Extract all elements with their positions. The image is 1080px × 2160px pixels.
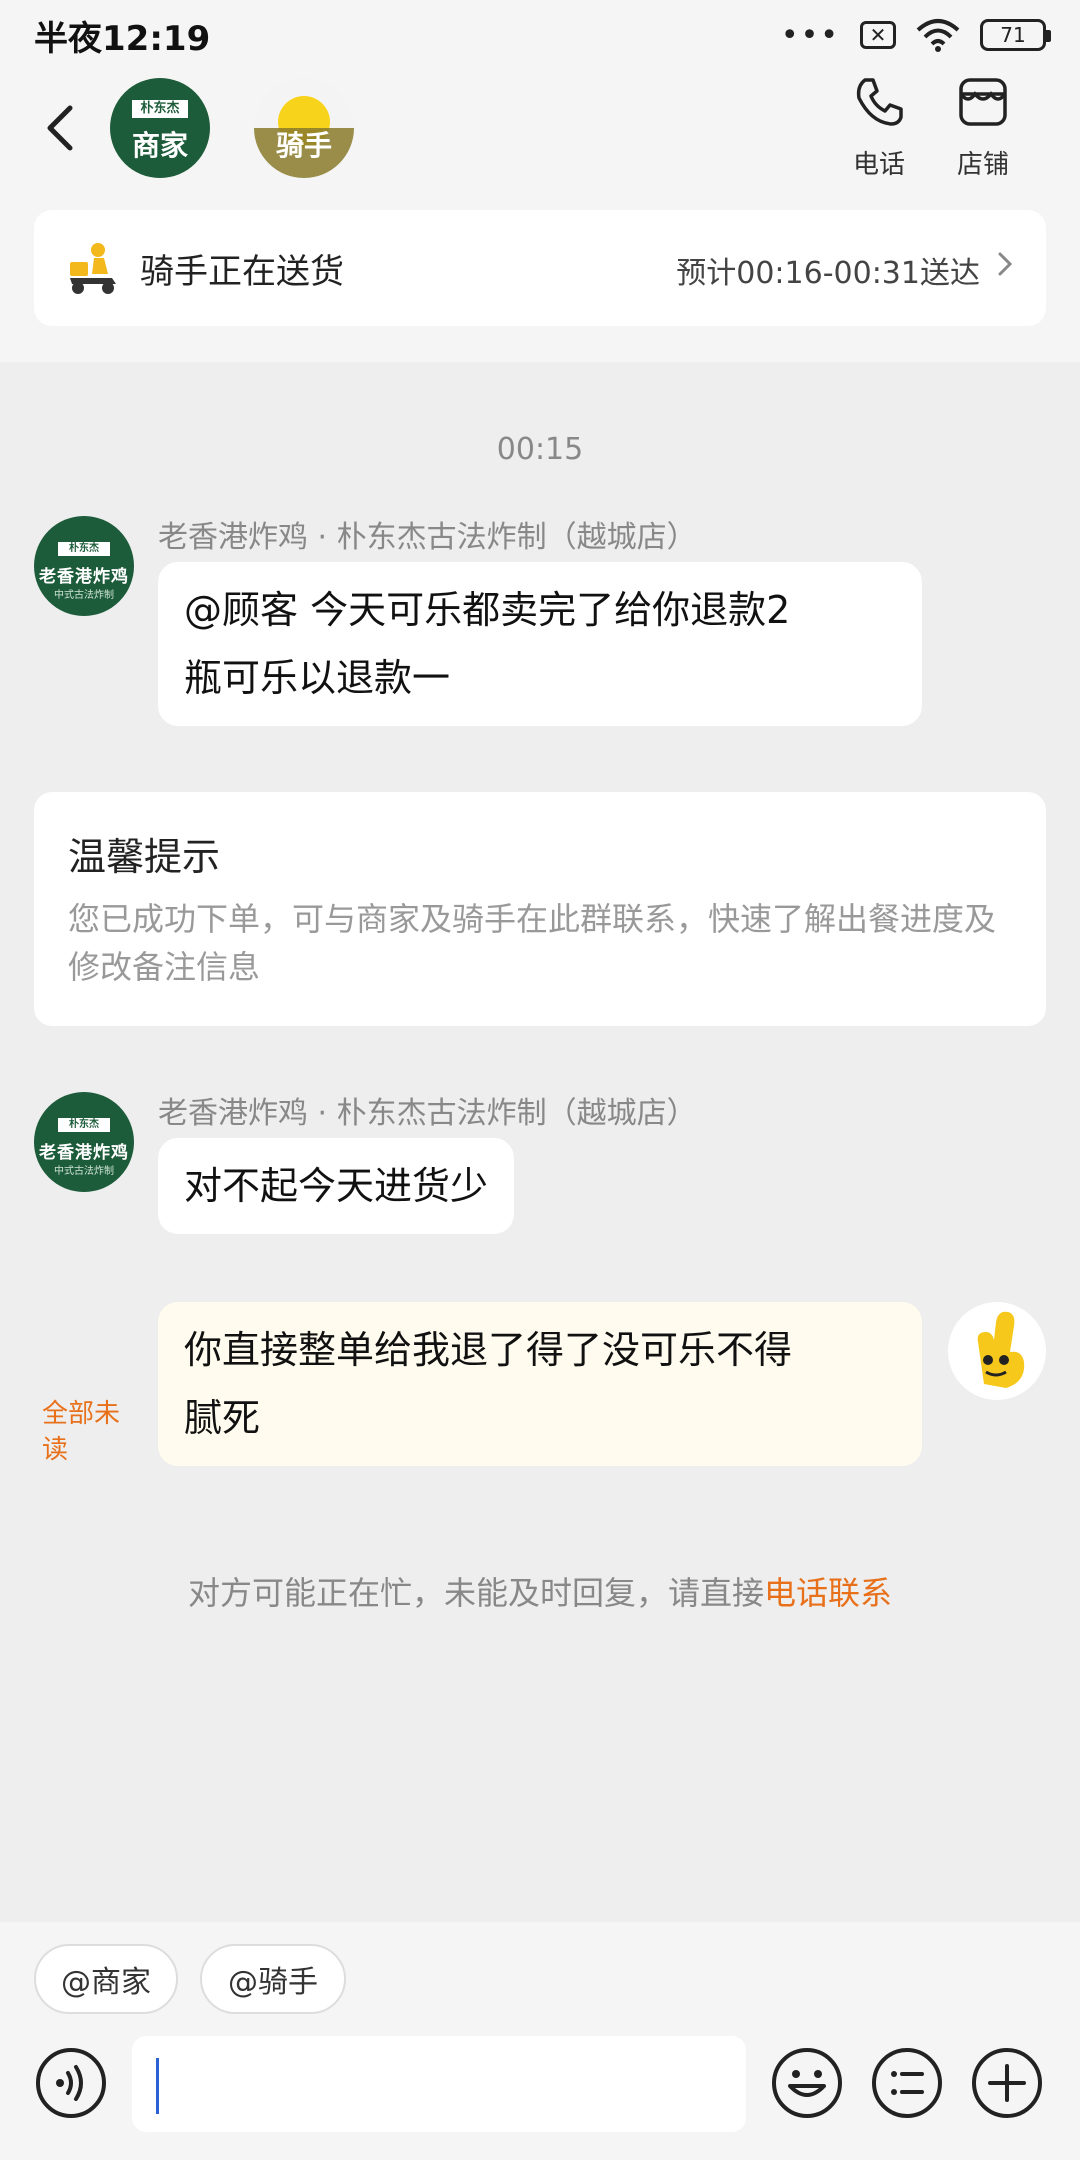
merchant-tag: 朴东杰 — [132, 100, 188, 118]
avatar-sub: 中式古法炸制 — [54, 590, 114, 601]
phone-label: 电话 — [852, 150, 905, 180]
shop-label: 店铺 — [956, 150, 1009, 180]
busy-hint-text: 对方可能正在忙，未能及时回复，请直接 — [187, 1574, 764, 1612]
add-icon[interactable] — [970, 2046, 1044, 2120]
delivery-status-card[interactable]: 骑手正在送货 预计00:16-00:31送达 — [34, 210, 1046, 326]
text-caret — [156, 2058, 159, 2114]
mention-rider-chip[interactable]: @骑手 — [200, 1944, 346, 2014]
merchant-message-avatar[interactable]: 朴东杰 老香港炸鸡 中式古法炸制 — [34, 516, 134, 616]
message-text-line: 对不起今天进货少 — [184, 1164, 489, 1208]
message-text-line: @顾客 今天可乐都卖完了给你退款2 — [184, 588, 791, 632]
message-sender: 老香港炸鸡 · 朴东杰古法炸制（越城店） — [158, 1096, 697, 1131]
message-bubble[interactable]: 对不起今天进货少 — [158, 1138, 515, 1234]
time-separator: 00:15 — [496, 432, 584, 467]
merchant-avatar-label: 商家 — [131, 129, 188, 162]
emoji-icon[interactable] — [770, 2046, 844, 2120]
my-message-bubble[interactable]: 你直接整单给我退了得了没可乐不得 腻死 — [158, 1302, 922, 1466]
rider-avatar[interactable]: 骑手 — [254, 78, 354, 178]
message-bubble[interactable]: @顾客 今天可乐都卖完了给你退款2 瓶可乐以退款一 — [158, 562, 922, 726]
busy-hint: 对方可能正在忙，未能及时回复，请直接电话联系 — [0, 1568, 1080, 1614]
tips-body: 您已成功下单，可与商家及骑手在此群联系，快速了解出餐进度及修改备注信息 — [68, 900, 997, 986]
status-icons: ••• ✕ 71 — [780, 17, 1051, 53]
avatar-sub: 中式古法炸制 — [54, 1166, 114, 1177]
merchant-message-avatar[interactable]: 朴东杰 老香港炸鸡 中式古法炸制 — [34, 1092, 134, 1192]
mascot-avatar-icon — [977, 1311, 1025, 1388]
mention-merchant-chip[interactable]: @商家 — [34, 1944, 178, 2014]
chevron-right-icon — [998, 252, 1013, 276]
chat-header: 朴东杰 商家 骑手 电话 店铺 — [0, 74, 1080, 184]
message-input[interactable] — [132, 2036, 746, 2132]
more-notifications-icon: ••• — [780, 17, 840, 53]
quick-reply-icon[interactable] — [870, 2046, 944, 2120]
delivery-eta: 预计00:16-00:31送达 — [676, 256, 980, 291]
tips-card: 温馨提示 您已成功下单，可与商家及骑手在此群联系，快速了解出餐进度及修改备注信息 — [34, 792, 1046, 1026]
shop-button[interactable]: 店铺 — [938, 74, 1028, 181]
voice-input-icon[interactable] — [34, 2046, 108, 2120]
back-arrow-icon[interactable] — [40, 98, 80, 158]
avatar-name: 老香港炸鸡 — [39, 567, 129, 587]
message-text-line: 腻死 — [184, 1396, 261, 1440]
read-status: 全部未读 — [42, 1399, 121, 1465]
no-sim-icon: ✕ — [860, 21, 896, 49]
top-bar: 半夜12:19 ••• ✕ 71 朴东杰 商家 骑手 电话 店铺 骑手正在送货 … — [0, 0, 1080, 362]
status-time: 半夜12:19 — [34, 18, 211, 59]
avatar-name: 老香港炸鸡 — [39, 1143, 129, 1163]
wifi-icon — [916, 19, 960, 52]
phone-button[interactable]: 电话 — [834, 74, 924, 181]
status-bar: 半夜12:19 ••• ✕ 71 — [34, 10, 1051, 60]
message-text-line: 你直接整单给我退了得了没可乐不得 — [184, 1328, 793, 1372]
merchant-avatar[interactable]: 朴东杰 商家 — [110, 78, 210, 178]
rider-avatar-label: 骑手 — [275, 129, 332, 162]
delivery-status-text: 骑手正在送货 — [140, 252, 344, 292]
battery-icon: 71 — [980, 19, 1051, 51]
call-contact-link[interactable]: 电话联系 — [764, 1574, 892, 1612]
shop-icon — [959, 78, 1007, 126]
message-sender: 老香港炸鸡 · 朴东杰古法炸制（越城店） — [158, 520, 697, 555]
avatar-tag: 朴东杰 — [58, 542, 110, 556]
avatar-tag: 朴东杰 — [58, 1118, 110, 1132]
message-text-line: 瓶可乐以退款一 — [184, 656, 451, 700]
tips-title: 温馨提示 — [68, 835, 221, 879]
input-area: @商家 @骑手 — [0, 1922, 1080, 2160]
rider-scooter-icon — [70, 243, 116, 294]
phone-icon — [856, 78, 903, 126]
my-avatar[interactable] — [948, 1302, 1046, 1400]
